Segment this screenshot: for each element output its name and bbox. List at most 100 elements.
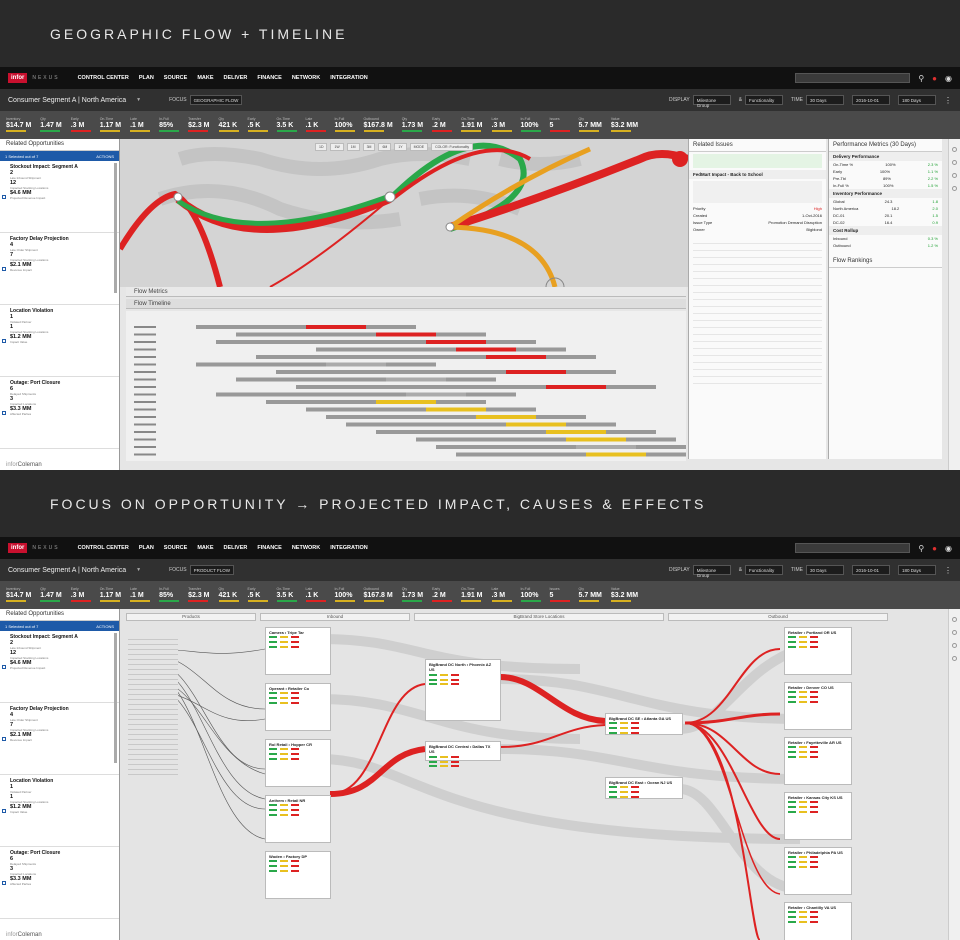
timeline-bar[interactable] [236, 332, 486, 337]
tool-icon[interactable] [952, 173, 957, 178]
search-input[interactable] [795, 73, 911, 83]
nav-integration[interactable]: INTEGRATION [330, 545, 367, 551]
tool-icon[interactable] [952, 160, 957, 165]
date-dropdown[interactable]: 2016-10-01 [852, 565, 890, 575]
nav-source[interactable]: SOURCE [164, 545, 188, 551]
nav-make[interactable]: MAKE [197, 545, 213, 551]
tool-icon[interactable] [952, 630, 957, 635]
opportunity-item[interactable]: Stockout Impact: Segment A 2 Late Inbound … [0, 161, 119, 233]
outbound-node[interactable]: Retailer • Fayetteville AR US [784, 737, 852, 785]
timeline-segment[interactable] [586, 452, 646, 457]
map-control-button[interactable]: 1Y [394, 143, 407, 151]
timeline-bar[interactable] [376, 430, 656, 434]
opportunity-item[interactable]: Outage: Port Closure 6 Delayed Shipments 3 I… [0, 847, 119, 919]
scrollbar[interactable] [114, 633, 117, 763]
by-dropdown[interactable]: Functionality [745, 95, 784, 105]
map-control-button[interactable]: COLOR: Functionality [431, 143, 474, 151]
flow-line[interactable] [120, 190, 223, 288]
timeline-segment[interactable] [426, 340, 486, 344]
timeline-segment[interactable] [546, 430, 606, 434]
nav-plan[interactable]: PLAN [139, 545, 154, 551]
red-flow[interactable] [684, 722, 781, 775]
opportunity-checkbox[interactable] [2, 195, 6, 199]
inbound-node[interactable]: Anthem • Retail NR [265, 795, 331, 843]
actions-button[interactable]: ACTIONS [96, 154, 114, 159]
alert-icon[interactable]: ● [932, 74, 937, 83]
more-icon[interactable]: ⋮ [944, 96, 952, 105]
focus-dropdown[interactable]: PRODUCT FLOW [189, 565, 235, 575]
timeline-bar[interactable] [416, 437, 676, 442]
product-tree[interactable] [128, 635, 178, 775]
timeline-bar[interactable] [216, 340, 536, 344]
display-dropdown[interactable]: Milestone Group [692, 565, 731, 578]
nav-control-center[interactable]: CONTROL CENTER [78, 545, 129, 551]
range-dropdown[interactable]: 180 Days [898, 95, 936, 105]
inbound-node[interactable]: Rol Retail • Hopper CR [265, 739, 331, 787]
timeline-segment[interactable] [376, 332, 436, 337]
time-dropdown[interactable]: 30 Days [806, 95, 844, 105]
timeline-bar[interactable] [436, 445, 686, 449]
search-input[interactable] [795, 543, 911, 553]
actions-button[interactable]: ACTIONS [96, 624, 114, 629]
location-node[interactable] [384, 191, 396, 203]
map-control-button[interactable]: 6M [378, 143, 392, 151]
timeline-bar[interactable] [456, 452, 696, 457]
issue-list-item[interactable] [693, 154, 822, 168]
timeline-segment[interactable] [426, 407, 486, 412]
timeline-segment[interactable] [386, 377, 446, 382]
by-dropdown[interactable]: Functionality [745, 565, 784, 575]
location-node[interactable] [173, 192, 183, 202]
tool-icon[interactable] [952, 643, 957, 648]
nav-network[interactable]: NETWORK [292, 75, 320, 81]
dc-node[interactable]: BigBrand DC North • Phoenix AZ US [425, 659, 501, 721]
inbound-node[interactable]: Camera • Tripe Tar [265, 627, 331, 675]
opportunity-item[interactable]: Location Violation 1 Violated Partner 1 Impa… [0, 305, 119, 377]
timeline-segment[interactable] [576, 445, 636, 449]
timeline-bar[interactable] [216, 392, 516, 397]
date-dropdown[interactable]: 2016-10-01 [852, 95, 890, 105]
display-dropdown[interactable]: Milestone Group [692, 95, 731, 108]
search-icon[interactable]: ⚲ [918, 74, 924, 83]
range-dropdown[interactable]: 180 Days [898, 565, 936, 575]
outbound-node[interactable]: Retailer • Portland OR US [784, 627, 852, 675]
outbound-node[interactable]: Retailer • Philadelphia PA US [784, 847, 852, 895]
opportunity-item[interactable]: Outage: Port Closure 6 Delayed Shipments 3 I… [0, 377, 119, 449]
timeline-segment[interactable] [326, 362, 386, 367]
opportunity-checkbox[interactable] [2, 881, 6, 885]
tool-icon[interactable] [952, 147, 957, 152]
scrollbar[interactable] [114, 163, 117, 293]
tool-icon[interactable] [952, 186, 957, 191]
nav-finance[interactable]: FINANCE [257, 75, 281, 81]
opportunity-item[interactable]: Stockout Impact: Segment A 2 Late Inbound … [0, 631, 119, 703]
inbound-node[interactable]: Woden • Factory DP [265, 851, 331, 899]
segment-selector[interactable]: Consumer Segment A | North America [8, 567, 126, 574]
timeline-segment[interactable] [566, 437, 626, 442]
tool-icon[interactable] [952, 656, 957, 661]
timeline-segment[interactable] [486, 355, 546, 359]
outbound-node[interactable]: Retailer • Kansas City KS US [784, 792, 852, 840]
opportunity-item[interactable]: Location Violation 1 Violated Partner 1 Impa… [0, 775, 119, 847]
chevron-down-icon[interactable]: ▼ [136, 567, 141, 573]
opportunity-checkbox[interactable] [2, 809, 6, 813]
outbound-node[interactable]: Retailer • Denver CO US [784, 682, 852, 730]
alert-icon[interactable]: ● [932, 544, 937, 553]
flow-metrics-bar[interactable]: Flow Metrics [126, 287, 686, 297]
location-node[interactable] [445, 222, 455, 232]
timeline-segment[interactable] [306, 325, 366, 329]
dc-node[interactable]: BigBrand DC Central • Dallas TX US [425, 741, 501, 768]
flow-timeline-bar[interactable]: Flow Timeline [126, 299, 686, 309]
opportunity-checkbox[interactable] [2, 737, 6, 741]
inbound-node[interactable]: Operant • Retailer Co [265, 683, 331, 731]
timeline-segment[interactable] [506, 370, 566, 374]
nav-network[interactable]: NETWORK [292, 545, 320, 551]
timeline-segment[interactable] [376, 400, 436, 404]
timeline-bar[interactable] [346, 422, 616, 427]
location-node[interactable] [672, 151, 688, 167]
opportunity-item[interactable]: Factory Delay Projection 4 Late Order Ship… [0, 703, 119, 775]
chevron-down-icon[interactable]: ▼ [136, 97, 141, 103]
user-icon[interactable]: ◉ [945, 544, 952, 553]
timeline-bar[interactable] [326, 415, 586, 419]
map-control-button[interactable]: 3M [362, 143, 376, 151]
timeline-bar[interactable] [196, 362, 436, 367]
timeline-segment[interactable] [546, 385, 606, 389]
